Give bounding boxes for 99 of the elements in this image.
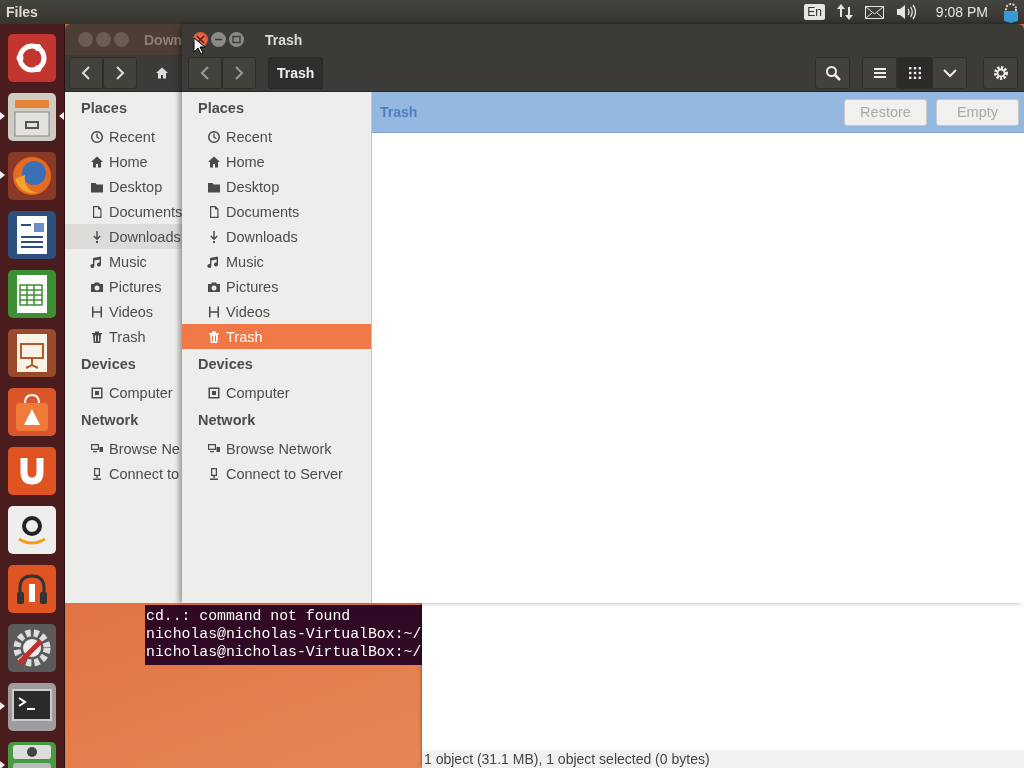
sidebar-item[interactable]: Downloads [182,224,371,249]
shopping-bag-icon [7,386,57,437]
section-heading: Devices [197,355,254,374]
presentation-icon [7,327,57,378]
browser-globe-icon [7,150,57,201]
sidebar-item[interactable]: Desktop [65,174,182,199]
path-button[interactable]: Trash [268,57,324,89]
drive-icon [207,385,221,400]
chevron-down-icon [942,68,957,78]
spreadsheet-icon [7,268,57,319]
cloud-service-icon [7,445,57,496]
running-indicator-icon [0,171,5,179]
close-icon [196,35,205,44]
forward-button[interactable] [222,57,256,89]
window-title: Trash [265,31,303,48]
sidebar-item[interactable]: Videos [65,299,182,324]
sidebar-item[interactable]: Computer [65,380,182,405]
volume-icon[interactable] [895,4,916,20]
keyboard-layout-indicator[interactable]: En [804,4,825,20]
sidebar-item[interactable]: Browse Network [182,436,371,461]
sidebar-item[interactable]: Desktop [182,174,371,199]
terminal-line: nicholas@nicholas-VirtualBox:~/ [146,625,423,643]
list-icon [872,67,887,79]
maximize-button[interactable] [229,32,244,47]
grid-view-button[interactable] [897,57,932,89]
chevron-left-icon [200,66,210,80]
sidebar-item[interactable]: Home [182,149,371,174]
music-note-icon [90,254,104,269]
search-icon [824,65,841,81]
trash-icon [90,329,104,344]
sidebar-item[interactable]: Home [65,149,182,174]
terminal-line: cd..: command not found [146,607,352,625]
server-icon [207,466,221,481]
info-bar-label: Trash [380,104,418,120]
running-indicator-icon [0,112,5,120]
document-icon [7,209,57,260]
chevron-right-icon [234,66,244,80]
sidebar-item[interactable]: Documents [65,199,182,224]
section-heading: Places [80,99,128,118]
running-indicator-icon [0,702,5,710]
settings-icon [992,65,1009,81]
clock-icon [90,129,104,144]
sidebar-item[interactable]: Recent [65,124,182,149]
home-icon[interactable] [155,66,169,80]
clock-icon [207,129,221,144]
sidebar-item[interactable]: Pictures [65,274,182,299]
network-arrows-icon[interactable] [836,3,853,21]
grid-icon [907,66,922,80]
maximize-icon [232,35,241,44]
film-icon [90,304,104,319]
section-heading: Devices [80,355,137,374]
window-title: Down [144,31,183,48]
document-icon [90,204,104,219]
sidebar-item[interactable]: Connect to [65,461,182,486]
home-icon [207,154,221,169]
back-button[interactable] [188,57,222,89]
chevron-right-icon [115,66,125,80]
sidebar-item[interactable]: Documents [182,199,371,224]
document-icon [207,204,221,219]
sidebar-item[interactable]: Computer [182,380,371,405]
home-icon [90,154,104,169]
mouse-pointer-icon [193,37,205,55]
chevron-left-icon [81,66,91,80]
download-icon [207,229,221,244]
forward-button[interactable] [103,57,137,89]
sidebar-item[interactable]: Music [65,249,182,274]
sidebar-item[interactable]: Connect to Server [182,461,371,486]
envelope-icon[interactable] [864,5,884,19]
back-button[interactable] [69,57,103,89]
server-icon [90,466,104,481]
section-heading: Network [80,411,140,430]
trash-icon [207,329,221,344]
file-drawer-icon [7,91,57,142]
sidebar-item[interactable]: Music [182,249,371,274]
clock[interactable]: 9:08 PM [935,4,988,20]
sidebar-item[interactable]: Videos [182,299,371,324]
status-text: 1 object (31.1 MB), 1 object selected (0 bytes) [424,751,710,767]
sidebar-item[interactable]: Pictures [182,274,371,299]
section-heading: Network [197,411,257,430]
ubuntu-logo-icon [7,32,57,83]
sidebar-item[interactable]: Browse Ne [65,436,182,461]
sidebar-item[interactable]: Downloads [65,224,182,249]
sidebar-item[interactable]: Recent [182,124,371,149]
list-view-button[interactable] [862,57,897,89]
terminal-line: nicholas@nicholas-VirtualBox:~/ [146,643,423,661]
view-options-button[interactable] [932,57,967,89]
settings-button[interactable] [983,57,1018,89]
sidebar-item[interactable]: Trash [65,324,182,349]
section-heading: Places [197,99,245,118]
drive-icon [90,385,104,400]
music-note-icon [207,254,221,269]
search-button[interactable] [815,57,850,89]
headphones-icon [7,563,57,614]
running-indicator-icon [0,761,5,768]
download-icon [90,229,104,244]
app-name: Files [6,4,38,20]
gear-wrench-icon [7,622,57,673]
film-icon [207,304,221,319]
terminal-icon [7,681,57,732]
